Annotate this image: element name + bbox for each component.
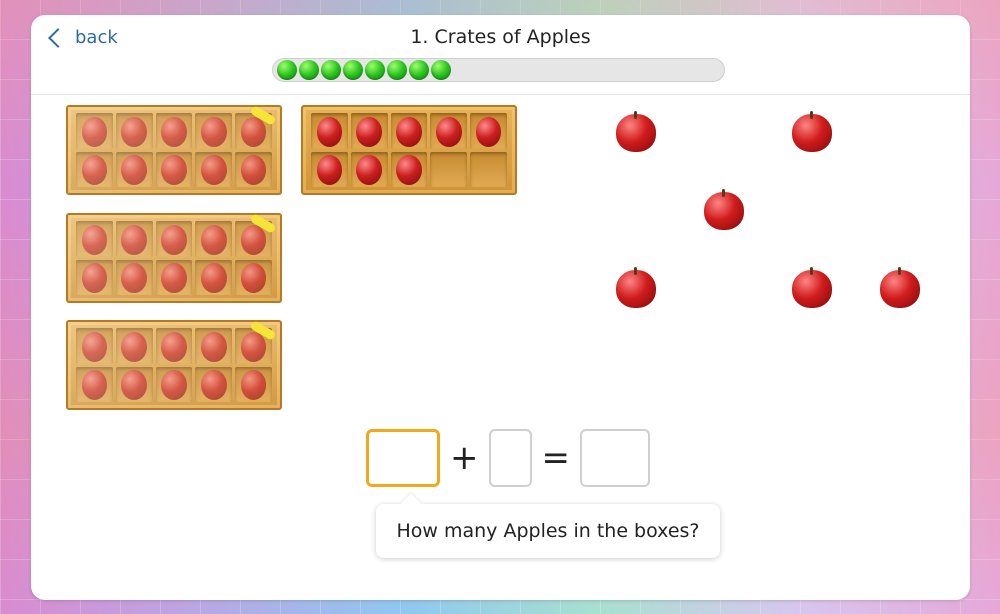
exercise-card: back 1. Crates of Apples + = How many Ap… xyxy=(31,15,970,600)
progress-dot xyxy=(277,60,297,80)
apple-crate-partial xyxy=(301,105,517,195)
apple-icon xyxy=(792,267,832,308)
page-title: 1. Crates of Apples xyxy=(410,26,591,48)
apple-icon xyxy=(880,267,920,308)
progress-dot xyxy=(409,60,429,80)
progress-dot xyxy=(321,60,341,80)
equals-sign: = xyxy=(541,438,571,478)
apple-crate-full xyxy=(66,213,282,303)
price-tag xyxy=(249,213,277,234)
apple-crate-full xyxy=(66,105,282,195)
progress-bar xyxy=(272,58,725,82)
apple-icon xyxy=(616,111,656,152)
apple-icon xyxy=(616,267,656,308)
apple-icon xyxy=(704,189,744,230)
hint-tooltip: How many Apples in the boxes? xyxy=(376,504,720,558)
header-divider xyxy=(31,94,970,95)
hint-text: How many Apples in the boxes? xyxy=(396,520,700,542)
answer-box-result[interactable] xyxy=(580,429,650,487)
progress-dot xyxy=(343,60,363,80)
plus-sign: + xyxy=(450,438,479,478)
progress-dot xyxy=(431,60,451,80)
price-tag xyxy=(249,105,277,126)
price-tag xyxy=(249,320,277,341)
answer-box-1[interactable] xyxy=(366,429,440,487)
answer-box-2[interactable] xyxy=(488,429,532,487)
apple-icon xyxy=(792,111,832,152)
progress-dot xyxy=(387,60,407,80)
apple-crate-full xyxy=(66,320,282,410)
progress-dot xyxy=(299,60,319,80)
equation: + = xyxy=(366,429,650,487)
progress-dot xyxy=(365,60,385,80)
